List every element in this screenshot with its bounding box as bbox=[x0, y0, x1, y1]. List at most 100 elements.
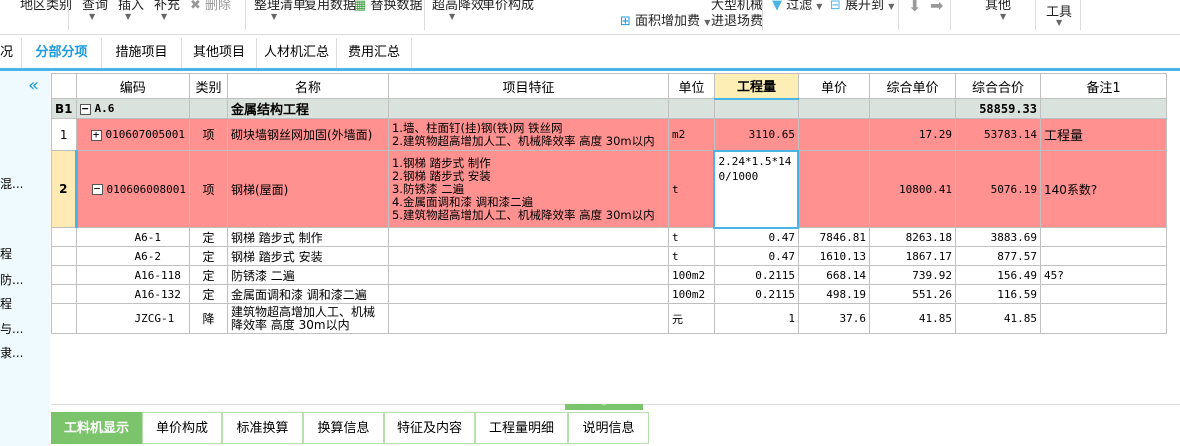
name-cell: 钢梯(屋面) bbox=[226, 150, 389, 228]
col-total[interactable]: 综合合价 bbox=[954, 73, 1041, 99]
feature-cell[interactable]: 1.墙、柱面钉(挂)钢(铁)网 铁丝网 2.建筑物超高增加人工、机械降效率 高度… bbox=[387, 118, 669, 151]
tab-measures[interactable]: 措施项目 bbox=[102, 38, 182, 68]
sub-row[interactable]: A6-1 定钢梯 踏步式 制作 t 0.47 7846.81 8263.18 3883.69 bbox=[51, 227, 1167, 247]
sub-row[interactable]: JZCG-1 降建筑物超高增加人工、机械降效率 高度 30m以内元 1 37.6 41.… bbox=[51, 303, 1167, 334]
type-cell: 项 bbox=[188, 118, 228, 151]
unit-price-cell: 10800.41 bbox=[868, 150, 956, 228]
tab-quantity-detail[interactable]: 工程量明细 bbox=[475, 412, 568, 444]
col-num[interactable] bbox=[51, 73, 77, 99]
type-cell: 降 bbox=[188, 303, 228, 334]
col-unit-price[interactable]: 综合单价 bbox=[868, 73, 956, 99]
quantity-cell[interactable]: 0.47 bbox=[713, 227, 799, 247]
large-machinery-button-line2[interactable]: 进退场费 bbox=[711, 10, 763, 29]
col-name[interactable]: 名称 bbox=[226, 73, 389, 99]
feature-cell bbox=[387, 227, 669, 247]
tab-labor-material-display[interactable]: 工料机显示 bbox=[51, 412, 142, 444]
expand-to-button[interactable]: ⊟ 展开到 ▼ bbox=[830, 0, 894, 13]
delete-button[interactable]: ✖ 删除 bbox=[190, 0, 231, 13]
collapse-icon[interactable]: − bbox=[91, 183, 103, 195]
section-name: 金属结构工程 bbox=[226, 98, 389, 119]
quantity-cell[interactable]: 0.2115 bbox=[713, 284, 799, 304]
note-cell[interactable] bbox=[1039, 227, 1167, 247]
unit-price-cell: 8263.18 bbox=[868, 227, 956, 247]
type-cell: 定 bbox=[188, 265, 228, 285]
quantity-cell[interactable]: 1 bbox=[713, 303, 799, 334]
total-cell: 53783.14 bbox=[954, 118, 1041, 151]
sidebar-item[interactable]: 防... bbox=[0, 271, 23, 288]
toolbar: 地区类别 查询 ▼ 插入 ▼ 补充 ▼ ✖ 删除 整理清单 ▼ 复用数据 ▦ 替换数据 … bbox=[0, 0, 1180, 35]
replace-data-button[interactable]: ▦ 替换数据 bbox=[354, 0, 422, 13]
quantity-cell[interactable]: 0.47 bbox=[713, 246, 799, 266]
price-cell: 37.6 bbox=[797, 303, 870, 334]
col-unit[interactable]: 单位 bbox=[667, 73, 715, 99]
col-price[interactable]: 单价 bbox=[797, 73, 870, 99]
tab-other-items[interactable]: 其他项目 bbox=[182, 38, 257, 68]
note-cell[interactable]: 140系数? bbox=[1039, 150, 1167, 228]
note-cell[interactable] bbox=[1039, 303, 1167, 334]
sidebar-item[interactable]: 程 bbox=[0, 245, 12, 262]
tab-labor-material-summary[interactable]: 人材机汇总 bbox=[257, 38, 337, 68]
sub-row[interactable]: A6-2 定钢梯 踏步式 安装 t 0.47 1610.13 1867.17 877.57 bbox=[51, 246, 1167, 266]
tab-cost-summary[interactable]: 费用汇总 bbox=[337, 38, 412, 68]
reuse-data-button[interactable]: 复用数据 bbox=[304, 0, 356, 13]
feature-cell bbox=[387, 265, 669, 285]
quantity-cell[interactable]: 3110.65 bbox=[713, 118, 799, 151]
table-row-selected[interactable]: 2 −010606008001 项 钢梯(屋面) 1.钢梯 踏步式 制作 2.钢… bbox=[51, 149, 1167, 229]
feature-cell[interactable]: 1.钢梯 踏步式 制作 2.钢梯 踏步式 安装 3.防锈漆 二遍 4.金属面调和… bbox=[387, 150, 669, 228]
expand-icon[interactable]: + bbox=[90, 129, 102, 141]
table-row[interactable]: 1 +010607005001 项 砌块墙钢丝网加固(外墙面) 1.墙、柱面钉(… bbox=[51, 118, 1167, 151]
filter-button[interactable]: ▼ 过滤 ▼ bbox=[772, 0, 822, 13]
sidebar-item[interactable]: 与... bbox=[0, 320, 23, 337]
sidebar-item[interactable]: 混... bbox=[0, 175, 23, 192]
unit-price-composition-button[interactable]: 单价构成 bbox=[482, 0, 534, 13]
total-cell: 877.57 bbox=[954, 246, 1041, 266]
unit-price-cell: 551.26 bbox=[868, 284, 956, 304]
collapse-sidebar-icon[interactable]: « bbox=[28, 75, 39, 96]
sidebar: « 混... 程 防... 程 与... 隶... bbox=[0, 71, 50, 446]
col-note[interactable]: 备注1 bbox=[1039, 73, 1167, 99]
total-cell: 41.85 bbox=[954, 303, 1041, 334]
sub-row[interactable]: A16-132 定金属面调和漆 调和漆二遍 100m2 0.2115 498.19 551… bbox=[51, 284, 1167, 304]
header-row: 编码 类别 名称 项目特征 单位 工程量 单价 综合单价 综合合价 备注1 bbox=[51, 73, 1167, 100]
region-category-button[interactable]: 地区类别 bbox=[20, 0, 72, 13]
quantity-input[interactable]: 2.24*1.5*140/1000 bbox=[713, 149, 800, 229]
tab-features-content[interactable]: 特征及内容 bbox=[384, 412, 475, 444]
code-cell: A16-118 bbox=[75, 265, 190, 285]
tab-price-composition[interactable]: 单价构成 bbox=[142, 412, 222, 444]
sub-row[interactable]: A16-118 定防锈漆 二遍 100m2 0.2115 668.14 739.92 156… bbox=[51, 265, 1167, 285]
note-cell[interactable] bbox=[1039, 246, 1167, 266]
price-cell: 498.19 bbox=[797, 284, 870, 304]
tab-description-info[interactable]: 说明信息 bbox=[568, 412, 649, 444]
area-surcharge-button[interactable]: ⊞ 面积增加费 ▼ bbox=[620, 10, 710, 29]
unit-cell: t bbox=[667, 227, 715, 247]
col-type[interactable]: 类别 bbox=[188, 73, 228, 99]
collapse-icon[interactable]: − bbox=[79, 103, 91, 115]
panel-resize-handle[interactable]: ﹀ bbox=[565, 404, 643, 411]
row-num bbox=[51, 265, 77, 285]
unit-price-cell: 41.85 bbox=[868, 303, 956, 334]
sidebar-item[interactable]: 程 bbox=[0, 295, 12, 312]
move-right-icon[interactable]: ➡ bbox=[930, 0, 943, 15]
tab-sub-items[interactable]: 分部分项 bbox=[22, 38, 102, 68]
move-down-icon[interactable]: ⬇ bbox=[908, 0, 921, 15]
price-cell bbox=[797, 118, 870, 151]
price-cell: 7846.81 bbox=[797, 227, 870, 247]
col-quantity[interactable]: 工程量 bbox=[713, 73, 799, 100]
note-cell[interactable]: 工程量 bbox=[1039, 118, 1167, 151]
note-cell[interactable]: 45? bbox=[1039, 265, 1167, 285]
section-row[interactable]: B1 − A.6 金属结构工程 58859.33 bbox=[51, 98, 1167, 119]
other-button[interactable]: 其他 bbox=[985, 0, 1011, 13]
col-feature[interactable]: 项目特征 bbox=[387, 73, 669, 99]
feature-cell bbox=[387, 246, 669, 266]
sidebar-item[interactable]: 隶... bbox=[0, 344, 23, 361]
height-reduction-button[interactable]: 超高降效 bbox=[432, 0, 484, 13]
type-cell: 定 bbox=[188, 284, 228, 304]
col-code[interactable]: 编码 bbox=[75, 73, 190, 99]
tab-overview[interactable]: 况 bbox=[0, 38, 22, 68]
note-cell[interactable] bbox=[1039, 284, 1167, 304]
price-cell: 1610.13 bbox=[797, 246, 870, 266]
tab-conversion-info[interactable]: 换算信息 bbox=[303, 412, 384, 444]
tab-standard-conversion[interactable]: 标准换算 bbox=[222, 412, 303, 444]
quantity-cell[interactable]: 0.2115 bbox=[713, 265, 799, 285]
organize-list-button[interactable]: 整理清单 bbox=[254, 0, 306, 13]
